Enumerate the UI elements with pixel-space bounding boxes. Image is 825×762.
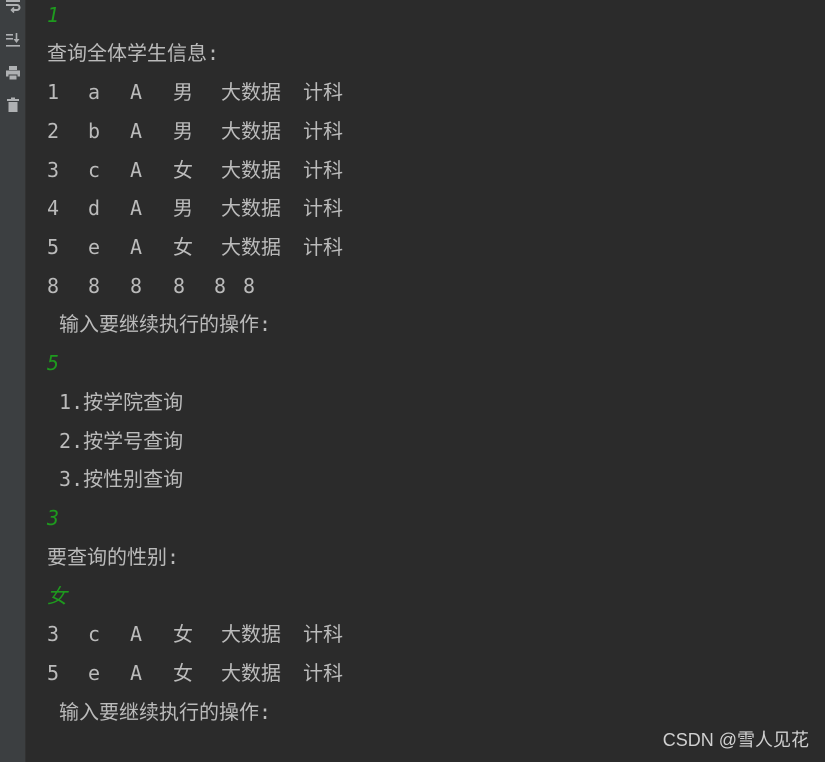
student-cell: a (88, 80, 101, 104)
student-row: 3 c A 女 大数据 计科 (47, 621, 447, 647)
student-cell: d (88, 196, 101, 221)
student-cell: 大数据 (221, 235, 281, 260)
prompt-next-operation: 输入要继续执行的操作: (47, 700, 272, 724)
student-cell: 计科 (303, 661, 343, 685)
scroll-to-end-button[interactable] (0, 28, 25, 50)
student-cell: 8 (88, 274, 101, 298)
student-cell: 计科 (303, 196, 343, 221)
student-cell: 计科 (303, 157, 343, 182)
student-row: 888888 (47, 273, 447, 299)
clear-all-button[interactable] (0, 94, 25, 116)
student-cell: 大数据 (221, 196, 281, 221)
student-cell: A (130, 118, 143, 143)
student-row: 4 d A 男 大数据 计科 (47, 195, 447, 221)
student-cell: 计科 (303, 80, 343, 104)
print-icon (5, 66, 20, 81)
scroll-to-end-icon (5, 33, 20, 47)
student-cell: 1 (47, 80, 60, 104)
student-cell: 大数据 (221, 80, 281, 104)
student-row: 3 c A 女 大数据 计科 (47, 157, 447, 183)
student-cell: e (88, 661, 101, 685)
student-cell: A (130, 80, 143, 104)
student-row: 5 e A 女 大数据 计科 (47, 234, 447, 260)
student-cell: 女 (173, 622, 193, 646)
student-cell: 计科 (303, 118, 343, 143)
student-cell: 3 (47, 157, 60, 182)
student-cell: 男 (173, 118, 193, 143)
user-input-echo: 女 (47, 584, 67, 608)
student-cell: 2 (47, 118, 60, 143)
student-cell: 女 (173, 235, 193, 260)
student-cell: 8 (243, 274, 256, 298)
student-cell: 8 (214, 274, 227, 298)
student-cell: c (88, 157, 101, 182)
watermark: CSDN @雪人见花 (662, 730, 809, 750)
trash-icon (6, 97, 19, 112)
student-row: 1 a A 男 大数据 计科 (47, 79, 447, 105)
student-cell: 计科 (303, 622, 343, 646)
student-cell: 女 (173, 661, 193, 685)
student-cell: A (130, 157, 143, 182)
student-cell: 大数据 (221, 622, 281, 646)
menu-item-by-gender: 3.按性别查询 (47, 467, 184, 491)
student-cell: 大数据 (221, 118, 281, 143)
student-cell: A (130, 661, 143, 685)
print-button[interactable] (0, 62, 25, 84)
student-cell: A (130, 622, 143, 646)
prompt-next-operation: 输入要继续执行的操作: (47, 312, 272, 336)
student-cell: 男 (173, 80, 193, 104)
student-cell: A (130, 196, 143, 221)
student-cell: 8 (47, 274, 60, 298)
student-cell: 大数据 (221, 661, 281, 685)
student-cell: e (88, 235, 101, 260)
student-cell: 8 (173, 274, 186, 298)
student-cell: 女 (173, 157, 193, 182)
student-cell: 3 (47, 622, 60, 646)
console-output[interactable]: 1 查询全体学生信息: 1 a A 男大数据 计科 2 b A 男大数据 计科 3 c A 女大数据 计科 4… (47, 0, 825, 762)
menu-item-by-college: 1.按学院查询 (47, 390, 184, 414)
student-row: 2 b A 男 大数据 计科 (47, 118, 447, 144)
student-cell: 大数据 (221, 157, 281, 182)
soft-wrap-button[interactable] (0, 0, 25, 16)
user-input-echo: 5 (47, 351, 60, 375)
menu-item-by-id: 2.按学号查询 (47, 429, 184, 453)
prompt-gender: 要查询的性别: (47, 545, 180, 569)
soft-wrap-icon (5, 0, 20, 13)
user-input-echo: 1 (47, 3, 60, 27)
student-cell: c (88, 622, 101, 646)
student-cell: 计科 (303, 235, 343, 260)
student-cell: A (130, 235, 143, 260)
student-row: 5 e A 女 大数据 计科 (47, 660, 447, 686)
student-cell: 8 (130, 274, 143, 298)
student-cell: 5 (47, 235, 60, 260)
student-cell: 5 (47, 661, 60, 685)
run-console-window: 1 查询全体学生信息: 1 a A 男大数据 计科 2 b A 男大数据 计科 3 c A 女大数据 计科 4… (0, 0, 825, 762)
student-cell: 男 (173, 196, 193, 221)
console-toolbar (0, 0, 26, 762)
student-cell: b (88, 118, 101, 143)
user-input-echo: 3 (47, 506, 60, 530)
student-cell: 4 (47, 196, 60, 221)
header-all-students: 查询全体学生信息: (47, 41, 220, 65)
